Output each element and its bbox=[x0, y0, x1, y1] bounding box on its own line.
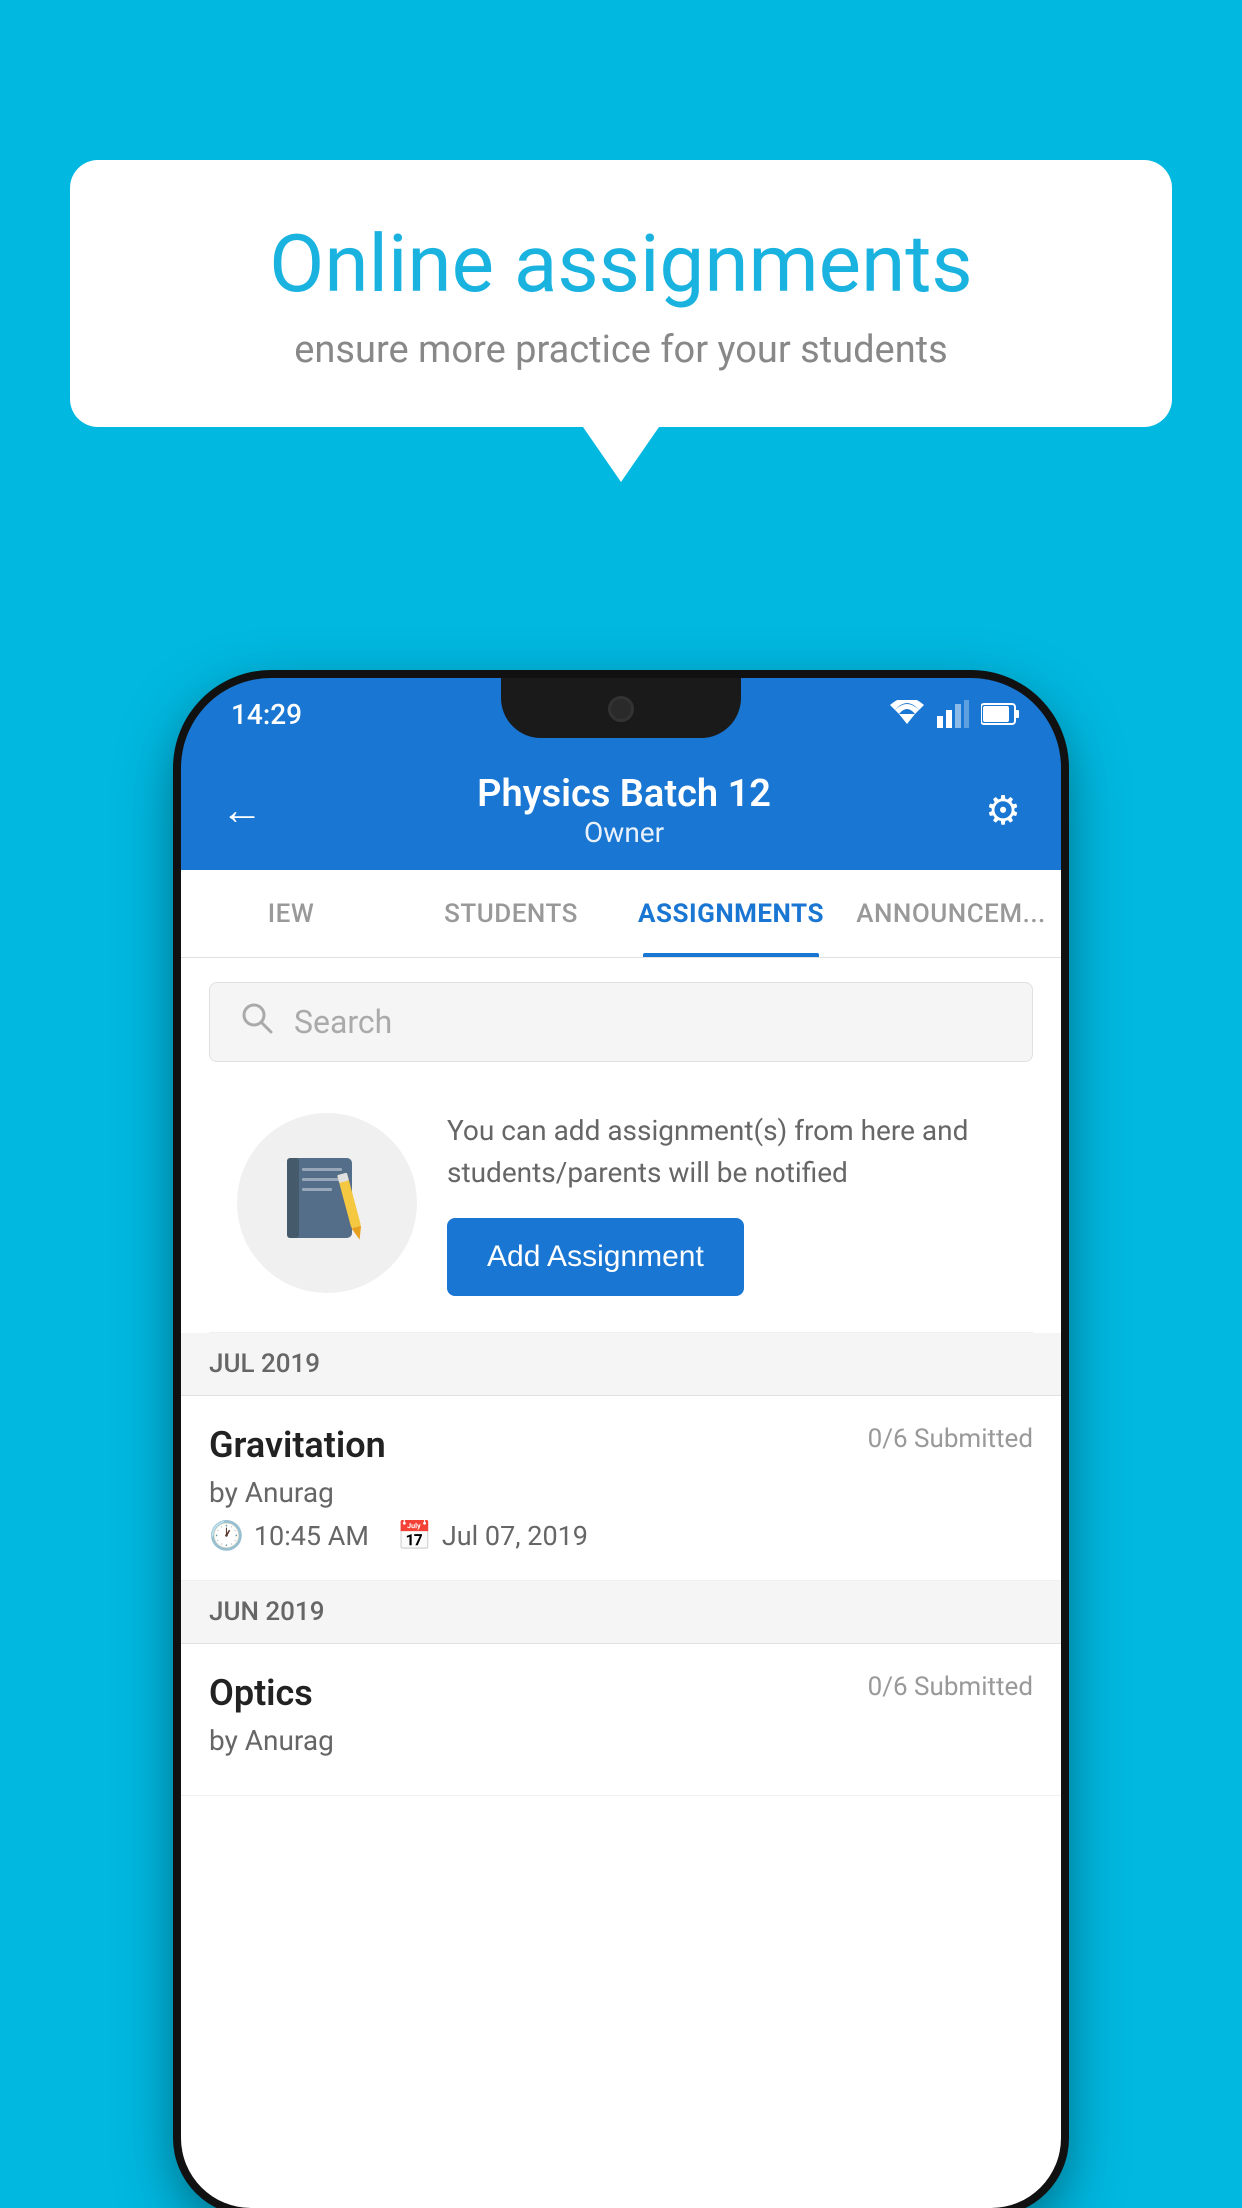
search-bar[interactable]: Search bbox=[209, 982, 1033, 1062]
assignment-name-optics: Optics bbox=[209, 1672, 313, 1714]
promo-icon-circle bbox=[237, 1113, 417, 1293]
status-icons bbox=[889, 700, 1021, 728]
assignment-row-top: Gravitation 0/6 Submitted bbox=[209, 1424, 1033, 1466]
notebook-icon bbox=[282, 1153, 372, 1253]
header-title-group: Physics Batch 12 Owner bbox=[477, 772, 771, 849]
battery-icon bbox=[981, 702, 1021, 726]
speech-bubble-tail bbox=[583, 427, 659, 482]
speech-bubble: Online assignments ensure more practice … bbox=[70, 160, 1172, 427]
promo-right: You can add assignment(s) from here and … bbox=[447, 1110, 1005, 1296]
tab-assignments[interactable]: ASSIGNMENTS bbox=[621, 870, 841, 957]
tab-iew[interactable]: IEW bbox=[181, 870, 401, 957]
back-button[interactable]: ← bbox=[221, 786, 263, 835]
wifi-icon bbox=[889, 700, 925, 728]
add-assignment-button[interactable]: Add Assignment bbox=[447, 1218, 744, 1296]
assignment-time-value: 10:45 AM bbox=[254, 1520, 369, 1552]
app-header: ← Physics Batch 12 Owner ⚙ bbox=[181, 750, 1061, 870]
assignment-by: by Anurag bbox=[209, 1476, 1033, 1509]
speech-bubble-wrapper: Online assignments ensure more practice … bbox=[70, 160, 1172, 482]
assignment-submitted: 0/6 Submitted bbox=[868, 1424, 1033, 1454]
assignment-item-optics[interactable]: Optics 0/6 Submitted by Anurag bbox=[181, 1644, 1061, 1796]
phone-frame: 14:29 ← Phys bbox=[181, 678, 1061, 2208]
promo-description: You can add assignment(s) from here and … bbox=[447, 1110, 1005, 1194]
notch bbox=[501, 678, 741, 738]
tabs-bar: IEW STUDENTS ASSIGNMENTS ANNOUNCEM... bbox=[181, 870, 1061, 958]
assignment-submitted-optics: 0/6 Submitted bbox=[868, 1672, 1033, 1702]
assignment-date: 📅 Jul 07, 2019 bbox=[397, 1519, 588, 1552]
assignment-row-top-optics: Optics 0/6 Submitted bbox=[209, 1672, 1033, 1714]
calendar-icon: 📅 bbox=[397, 1519, 432, 1552]
assignment-item-gravitation[interactable]: Gravitation 0/6 Submitted by Anurag 🕐 10… bbox=[181, 1396, 1061, 1581]
speech-bubble-subtitle: ensure more practice for your students bbox=[140, 328, 1102, 372]
speech-bubble-title: Online assignments bbox=[140, 220, 1102, 308]
status-time: 14:29 bbox=[221, 698, 302, 731]
section-jun-2019: JUN 2019 bbox=[181, 1581, 1061, 1644]
camera bbox=[608, 696, 634, 722]
settings-icon[interactable]: ⚙ bbox=[985, 787, 1021, 834]
tab-students[interactable]: STUDENTS bbox=[401, 870, 621, 957]
promo-card: You can add assignment(s) from here and … bbox=[209, 1082, 1033, 1333]
assignment-date-value: Jul 07, 2019 bbox=[442, 1520, 588, 1552]
assignment-time: 🕐 10:45 AM bbox=[209, 1519, 369, 1552]
assignment-meta: 🕐 10:45 AM 📅 Jul 07, 2019 bbox=[209, 1519, 1033, 1552]
assignment-by-optics: by Anurag bbox=[209, 1724, 1033, 1757]
header-subtitle: Owner bbox=[477, 816, 771, 849]
search-input[interactable]: Search bbox=[294, 1003, 392, 1041]
clock-icon: 🕐 bbox=[209, 1519, 244, 1552]
section-jul-2019: JUL 2019 bbox=[181, 1333, 1061, 1396]
screen-content: Search bbox=[181, 958, 1061, 2208]
header-title: Physics Batch 12 bbox=[477, 772, 771, 816]
assignment-name: Gravitation bbox=[209, 1424, 386, 1466]
search-icon bbox=[240, 1001, 274, 1044]
signal-icon bbox=[937, 700, 969, 728]
tab-announcements[interactable]: ANNOUNCEM... bbox=[841, 870, 1061, 957]
